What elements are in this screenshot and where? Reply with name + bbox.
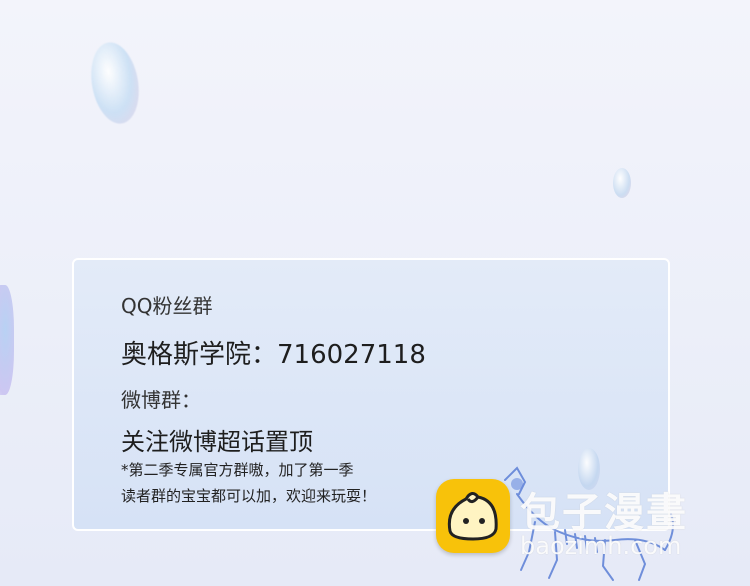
note-line-1: *第二季专属官方群嗷，加了第一季: [121, 461, 354, 479]
watermark-name: 包子漫畫: [520, 490, 688, 536]
qq-group-number: 奥格斯学院：716027118: [121, 340, 426, 370]
weibo-instruction: 关注微博超话置顶: [121, 428, 313, 456]
bubble-decoration: [613, 168, 631, 198]
watermark-url: baozimh.com: [520, 532, 682, 560]
bubble-decoration: [85, 38, 145, 128]
weibo-group-label: 微博群：: [121, 388, 201, 412]
qq-group-label: QQ粉丝群: [121, 294, 213, 318]
bubble-decoration: [0, 285, 14, 395]
note-line-2: 读者群的宝宝都可以加，欢迎来玩耍！: [121, 487, 377, 505]
baozi-bun-icon: [436, 479, 510, 553]
